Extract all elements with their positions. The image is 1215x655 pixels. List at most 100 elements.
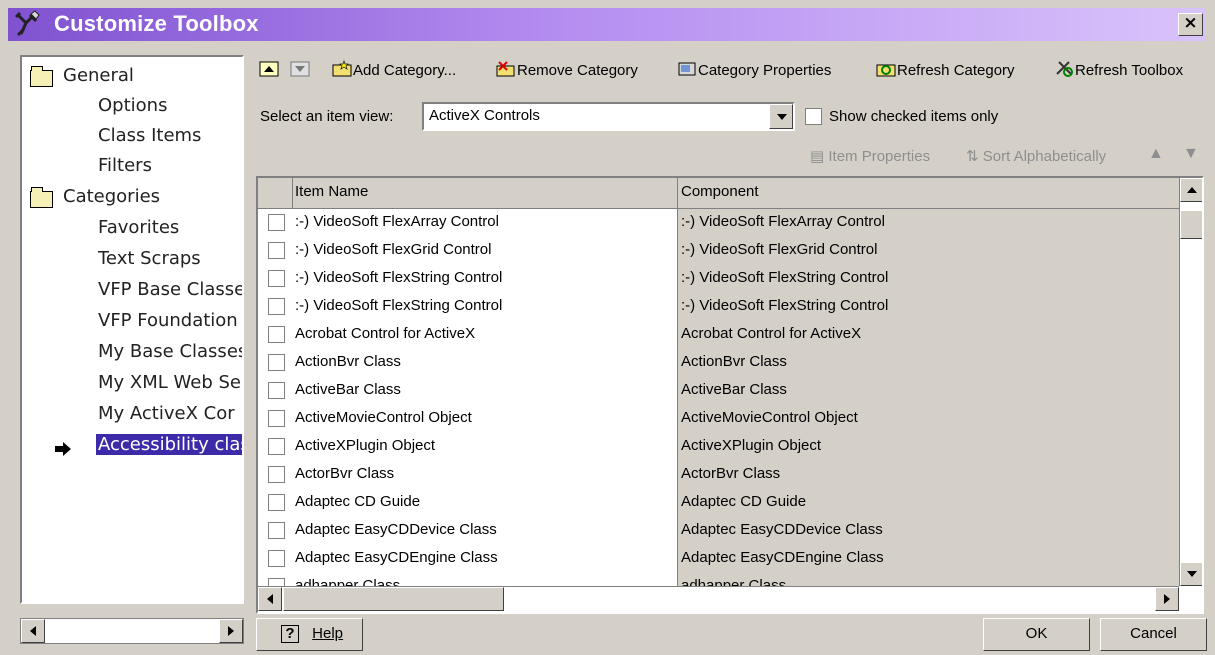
- component-cell: Acrobat Control for ActiveX: [681, 325, 862, 342]
- items-grid[interactable]: Item Name Component :-) VideoSoft FlexAr…: [256, 176, 1204, 614]
- refresh-category-button[interactable]: Refresh Category: [875, 60, 1015, 84]
- table-row[interactable]: Adaptec CD Guide Adaptec CD Guide: [258, 489, 1179, 517]
- tree-item-text-scraps[interactable]: Text Scraps: [98, 248, 201, 277]
- row-checkbox[interactable]: [268, 466, 285, 483]
- item-name-cell: Adaptec EasyCDDevice Class: [295, 521, 497, 538]
- table-row[interactable]: Acrobat Control for ActiveX Acrobat Contr…: [258, 321, 1179, 349]
- remove-category-label: Remove Category: [517, 62, 638, 79]
- chevron-down-icon: [777, 114, 787, 120]
- move-up-category-button[interactable]: [258, 60, 280, 84]
- component-cell: Adaptec CD Guide: [681, 493, 807, 510]
- tree-item-accessibility-selected[interactable]: Accessibility clas: [96, 434, 242, 463]
- item-name-cell: ActionBvr Class: [295, 353, 401, 370]
- row-checkbox[interactable]: [268, 298, 285, 315]
- up-arrow-icon: [1187, 187, 1197, 193]
- down-icon: [289, 60, 311, 78]
- component-cell: :-) VideoSoft FlexGrid Control: [681, 241, 878, 258]
- tree-item-options[interactable]: Options: [98, 95, 167, 124]
- row-checkbox[interactable]: [268, 242, 285, 259]
- item-name-cell: ActiveXPlugin Object: [295, 437, 436, 454]
- horizontal-scroll-thumb[interactable]: [283, 587, 504, 611]
- left-arrow-icon: [267, 594, 273, 604]
- help-button[interactable]: ? Help: [256, 618, 363, 651]
- row-checkbox[interactable]: [268, 494, 285, 511]
- folder-icon: [30, 66, 53, 87]
- tree-item-label: My XML Web Se: [98, 372, 241, 393]
- table-row[interactable]: ActionBvr Class ActionBvr Class: [258, 349, 1179, 377]
- tree-item-filters[interactable]: Filters: [98, 155, 152, 184]
- table-row[interactable]: ActiveMovieControl Object ActiveMovieCont…: [258, 405, 1179, 433]
- sort-alphabetically-button: ⇅ Sort Alphabetically: [966, 147, 1106, 165]
- table-row[interactable]: Adaptec EasyCDDevice Class Adaptec EasyCD…: [258, 517, 1179, 545]
- refresh-toolbox-button[interactable]: Refresh Toolbox: [1053, 60, 1183, 84]
- remove-category-button[interactable]: Remove Category: [495, 60, 638, 84]
- row-checkbox[interactable]: [268, 522, 285, 539]
- show-checked-only-checkbox[interactable]: [805, 108, 822, 125]
- table-row[interactable]: :-) VideoSoft FlexArray Control:-) Video…: [258, 209, 1179, 237]
- component-cell: :-) VideoSoft FlexString Control: [681, 269, 889, 286]
- category-properties-label: Category Properties: [698, 62, 832, 79]
- ok-button[interactable]: OK: [983, 618, 1090, 651]
- item-view-select[interactable]: ActiveX Controls: [422, 102, 795, 131]
- scroll-up-button[interactable]: [1180, 178, 1202, 202]
- row-checkbox[interactable]: [268, 354, 285, 371]
- row-checkbox[interactable]: [268, 214, 285, 231]
- row-checkbox[interactable]: [268, 270, 285, 287]
- tree-item-vfp-base-classes[interactable]: VFP Base Classe: [98, 279, 242, 308]
- tree-item-my-xml-web-services[interactable]: My XML Web Se: [98, 372, 241, 401]
- table-row[interactable]: ActiveXPlugin Object ActiveXPlugin Object: [258, 433, 1179, 461]
- scroll-left-button[interactable]: [258, 587, 282, 611]
- table-row[interactable]: Adaptec EasyCDEngine Class Adaptec EasyCD…: [258, 545, 1179, 573]
- tree-item-label: Favorites: [98, 217, 180, 238]
- table-row[interactable]: :-) VideoSoft FlexGrid Control:-) VideoS…: [258, 237, 1179, 265]
- grid-vertical-scrollbar[interactable]: [1179, 178, 1202, 586]
- component-cell: Adaptec EasyCDEngine Class: [681, 549, 884, 566]
- scroll-down-button[interactable]: [1180, 562, 1202, 586]
- category-properties-button[interactable]: Category Properties: [676, 60, 831, 84]
- right-arrow-icon: [228, 626, 234, 636]
- tree-item-vfp-foundation[interactable]: VFP Foundation: [98, 310, 238, 339]
- scroll-right-button[interactable]: [1155, 587, 1179, 611]
- sort-az-icon: ⇅: [966, 148, 979, 165]
- scroll-thumb[interactable]: [1180, 210, 1202, 239]
- component-cell: ActorBvr Class: [681, 465, 781, 482]
- close-button[interactable]: ×: [1178, 13, 1203, 36]
- scroll-right-button[interactable]: [219, 619, 243, 643]
- table-row[interactable]: :-) VideoSoft FlexString Control:-) Vide…: [258, 265, 1179, 293]
- right-arrow-icon: [1164, 594, 1170, 604]
- row-checkbox[interactable]: [268, 438, 285, 455]
- move-down-item-button: ▼: [1183, 145, 1199, 162]
- row-checkbox[interactable]: [268, 382, 285, 399]
- table-row[interactable]: ActorBvr Class ActorBvr Class: [258, 461, 1179, 489]
- row-checkbox[interactable]: [268, 326, 285, 343]
- tools-icon: [14, 10, 40, 37]
- row-checkbox[interactable]: [268, 550, 285, 567]
- tree-item-my-base-classes[interactable]: My Base Classes: [98, 341, 242, 370]
- move-down-category-button[interactable]: [289, 60, 311, 84]
- tree-folder-label: Categories: [63, 186, 161, 207]
- cancel-button[interactable]: Cancel: [1100, 618, 1207, 651]
- item-name-column-header[interactable]: Item Name: [295, 183, 368, 200]
- table-row[interactable]: :-) VideoSoft FlexString Control:-) Vide…: [258, 293, 1179, 321]
- component-cell: ActionBvr Class: [681, 353, 787, 370]
- tree-horizontal-scrollbar[interactable]: [20, 618, 244, 644]
- tree-item-label: My ActiveX Cor: [98, 403, 235, 424]
- show-checked-only-label: Show checked items only: [829, 108, 999, 125]
- customize-toolbox-window: Customize Toolbox × General Options Clas…: [0, 0, 1215, 655]
- refresh-tools-icon: [1053, 60, 1075, 78]
- grid-horizontal-scrollbar[interactable]: [258, 586, 1179, 612]
- table-row[interactable]: ActiveBar Class ActiveBar Class: [258, 377, 1179, 405]
- tree-item-favorites[interactable]: Favorites: [98, 217, 179, 246]
- item-view-dropdown-button[interactable]: [769, 104, 793, 129]
- scroll-left-button[interactable]: [21, 619, 45, 643]
- refresh-toolbox-label: Refresh Toolbox: [1075, 62, 1184, 79]
- component-column-header[interactable]: Component: [681, 183, 759, 200]
- category-tree[interactable]: General Options Class Items Filters Cate…: [20, 55, 244, 604]
- add-category-button[interactable]: Add Category...: [331, 59, 456, 84]
- tree-item-class-items[interactable]: Class Items: [98, 125, 201, 154]
- tree-item-my-activex-controls[interactable]: My ActiveX Cor: [98, 403, 235, 432]
- row-checkbox[interactable]: [268, 410, 285, 427]
- refresh-category-label: Refresh Category: [897, 62, 1015, 79]
- title-bar[interactable]: Customize Toolbox ×: [8, 8, 1206, 41]
- sort-alphabetically-label: Sort Alphabetically: [982, 148, 1107, 165]
